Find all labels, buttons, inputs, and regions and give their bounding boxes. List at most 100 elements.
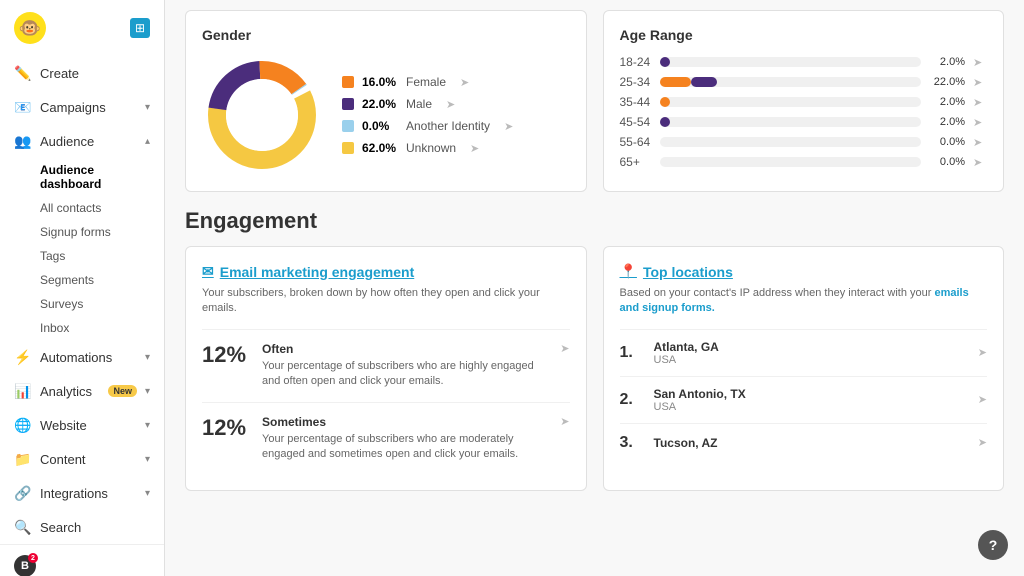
age-bar-bg [660,137,922,147]
age-row-18-24: 18-24 2.0% ➤ [620,55,988,69]
sidebar-item-create[interactable]: ✏️ Create [0,56,164,90]
age-send-icon[interactable]: ➤ [973,76,987,89]
age-row-45-54: 45-54 2.0% ➤ [620,115,988,129]
gender-card: Gender [185,10,587,192]
chevron-down-icon: ▾ [145,420,150,431]
location-info-2: San Antonio, TX USA [654,387,966,413]
sidebar-item-search[interactable]: 🔍 Search [0,510,164,544]
female-color-swatch [342,76,354,88]
location-city-2: San Antonio, TX [654,387,966,401]
location-row-3: 3. Tucson, AZ ➤ [620,423,988,462]
main-content: Gender [165,0,1024,576]
location-send-icon-3[interactable]: ➤ [978,436,987,449]
sidebar-item-label: Content [40,452,137,467]
location-send-icon-2[interactable]: ➤ [978,393,987,406]
sidebar-item-content[interactable]: 📁 Content ▾ [0,442,164,476]
gender-content: 16.0% Female ➤ 22.0% Male ➤ 0.0% [202,55,570,175]
sidebar-item-automations[interactable]: ⚡ Automations ▾ [0,340,164,374]
sidebar-item-website[interactable]: 🌐 Website ▾ [0,408,164,442]
location-country-1: USA [654,354,966,366]
sidebar-item-campaigns[interactable]: 📧 Campaigns ▾ [0,90,164,124]
another-label: Another Identity [406,119,490,133]
metric-row-sometimes: 12% Sometimes Your percentage of subscri… [202,402,570,475]
donut-svg [202,55,322,175]
female-send-icon[interactable]: ➤ [460,76,469,89]
age-bar-bg [660,57,922,67]
metric-row-often: 12% Often Your percentage of subscribers… [202,329,570,402]
chevron-down-icon: ▾ [145,454,150,465]
top-locations-title[interactable]: 📍 Top locations [620,263,988,280]
age-bar-bg [660,117,922,127]
age-label: 35-44 [620,95,652,109]
sidebar-item-audience[interactable]: 👥 Audience ▴ [0,124,164,158]
unknown-label: Unknown [406,141,456,155]
age-bar-bg [660,97,922,107]
sometimes-desc: Your percentage of subscribers who are m… [262,432,548,463]
age-bar-bg [660,157,922,167]
sidebar-item-integrations[interactable]: 🔗 Integrations ▾ [0,476,164,510]
sidebar-item-label: Audience [40,134,137,149]
email-engagement-title[interactable]: ✉ Email marketing engagement [202,263,570,280]
audience-sub-nav: Audience dashboard All contacts Signup f… [0,158,164,340]
age-send-icon[interactable]: ➤ [973,56,987,69]
male-send-icon[interactable]: ➤ [446,98,455,111]
often-title: Often [262,342,548,356]
automations-icon: ⚡ [14,348,32,366]
sidebar-item-surveys[interactable]: Surveys [40,292,164,316]
unknown-pct: 62.0% [362,141,398,155]
age-bar-fill [660,97,670,107]
age-row-55-64: 55-64 0.0% ➤ [620,135,988,149]
another-pct: 0.0% [362,119,398,133]
sometimes-send-icon[interactable]: ➤ [560,415,569,428]
sidebar-toggle-button[interactable] [130,18,150,38]
email-engagement-card: ✉ Email marketing engagement Your subscr… [185,246,587,491]
locations-desc-text: Based on your contact's IP address when … [620,287,932,299]
age-row-25-34: 25-34 22.0% ➤ [620,75,988,89]
legend-item-unknown: 62.0% Unknown ➤ [342,141,513,155]
age-send-icon[interactable]: ➤ [973,96,987,109]
help-button[interactable]: ? [978,530,1008,560]
sidebar-item-analytics[interactable]: 📊 Analytics New ▾ [0,374,164,408]
email-icon: ✉ [202,263,214,280]
unread-badge: 2 [28,553,38,563]
age-bar-fill [660,57,670,67]
content-icon: 📁 [14,450,32,468]
search-icon: 🔍 [14,518,32,536]
age-send-icon[interactable]: ➤ [973,116,987,129]
age-rows: 18-24 2.0% ➤ 25-34 22. [620,55,988,169]
age-send-icon[interactable]: ➤ [973,136,987,149]
legend-item-another: 0.0% Another Identity ➤ [342,119,513,133]
sidebar-nav: ✏️ Create 📧 Campaigns ▾ 👥 Audience ▴ Aud… [0,56,164,544]
sidebar-item-label: Automations [40,350,137,365]
male-pct: 22.0% [362,97,398,111]
age-pct: 2.0% [929,116,965,128]
age-bar-fill-orange [660,77,691,87]
sidebar-item-segments[interactable]: Segments [40,268,164,292]
sidebar-item-signup-forms[interactable]: Signup forms [40,220,164,244]
another-send-icon[interactable]: ➤ [504,120,513,133]
website-icon: 🌐 [14,416,32,434]
sometimes-info: Sometimes Your percentage of subscribers… [262,415,548,463]
location-pin-icon: 📍 [620,263,637,280]
legend-item-female: 16.0% Female ➤ [342,75,513,89]
sidebar-item-audience-dashboard[interactable]: Audience dashboard [40,158,164,196]
age-label: 18-24 [620,55,652,69]
location-city-3: Tucson, AZ [654,436,966,450]
chevron-down-icon: ▾ [145,352,150,363]
age-send-icon[interactable]: ➤ [973,156,987,169]
avatar[interactable]: 2 B [14,555,36,576]
sidebar-item-inbox[interactable]: Inbox [40,316,164,340]
sidebar-item-all-contacts[interactable]: All contacts [40,196,164,220]
chevron-down-icon: ▾ [145,488,150,499]
age-pct: 0.0% [929,136,965,148]
sometimes-title: Sometimes [262,415,548,429]
sidebar-item-tags[interactable]: Tags [40,244,164,268]
often-send-icon[interactable]: ➤ [560,342,569,355]
location-send-icon-1[interactable]: ➤ [978,346,987,359]
sidebar-bottom: 2 B [0,544,164,576]
sidebar-item-label: Integrations [40,486,137,501]
avatar-initials: B [21,560,29,572]
unknown-send-icon[interactable]: ➤ [470,142,479,155]
location-row-1: 1. Atlanta, GA USA ➤ [620,329,988,376]
unknown-color-swatch [342,142,354,154]
